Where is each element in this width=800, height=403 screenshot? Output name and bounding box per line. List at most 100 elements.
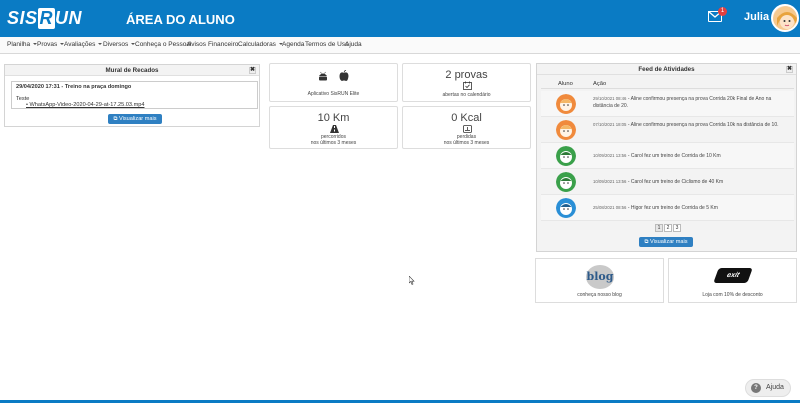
button-label: Visualizar mais (119, 116, 157, 122)
recado-attachment-link[interactable]: • WhatsApp-Video-2020-04-29-at-17.25.03.… (26, 102, 253, 108)
kcal-card[interactable]: 0 Kcal perdidas nos últimos 3 meses (402, 106, 531, 149)
km-value: 10 Km (317, 112, 350, 124)
feed-action: 07/10/2021 18:05 - Aline confirmou prese… (593, 121, 788, 129)
feed-action: 10/09/2021 13:56 - Carol fez um treino d… (593, 178, 788, 186)
menu-conheca-pessoal[interactable]: Conheça o Pessoal (135, 41, 191, 48)
feed-description: - Aline confirmou presença na prova Corr… (626, 122, 779, 128)
feed-action: 10/09/2021 13:56 - Carol fez um treino d… (593, 152, 788, 160)
menu-label: Provas (37, 41, 58, 48)
feed-description: - Higor fez um treino de Corrida de 5 Km (626, 205, 718, 211)
apple-icon (339, 70, 349, 81)
col-acao: Ação (593, 81, 607, 87)
feed-row: 29/10/2021 08:46 - Aline confirmou prese… (541, 91, 794, 117)
mail-badge: 1 (718, 7, 727, 16)
page-2-button[interactable]: 2 (664, 224, 672, 232)
green-avatar-icon[interactable] (556, 146, 576, 166)
feed-date: 25/08/2021 08:56 (593, 205, 627, 210)
kcal-value: 0 Kcal (451, 112, 482, 124)
help-button[interactable]: ? Ajuda (745, 379, 791, 397)
blog-logo: blog (586, 265, 614, 289)
question-icon: ? (751, 383, 761, 393)
logo[interactable]: SIS R UN (7, 8, 82, 29)
provas-card[interactable]: 2 provas abertas no calendário (402, 63, 531, 102)
logo-right: UN (55, 8, 83, 28)
feed-date: 29/10/2021 08:46 (593, 96, 627, 101)
feed-action: 29/10/2021 08:46 - Aline confirmou prese… (593, 95, 788, 110)
feed-header: Feed de Atividades ✖ (537, 64, 796, 75)
provas-value: 2 provas (445, 69, 488, 81)
feed-action: 25/08/2021 08:56 - Higor fez um treino d… (593, 204, 788, 212)
caret-down-icon (98, 43, 103, 46)
menu-planilha[interactable]: Planilha (7, 41, 38, 48)
menu-label: Calculadoras (238, 41, 276, 48)
road-icon (330, 125, 339, 133)
col-aluno: Aluno (558, 81, 573, 87)
feed-description: - Carol fez um treino de Ciclismo de 40 … (626, 179, 724, 185)
feed-description: - Carol fez um treino de Corrida de 10 K… (626, 153, 721, 159)
menu-diversos[interactable]: Diversos (103, 41, 136, 48)
kcal-caption-2: nos últimos 3 meses (443, 140, 490, 146)
feed-view-more-button[interactable]: ⧉ Visualizar mais (639, 237, 693, 247)
user-avatar[interactable] (771, 4, 799, 32)
menu-agenda[interactable]: Agenda (282, 41, 304, 48)
mural-title: Mural de Recados (105, 67, 159, 74)
top-bar: SIS R UN ÁREA DO ALUNO 1 Julia (0, 0, 800, 37)
shop-caption: Loja com 10% de desconto (702, 292, 763, 298)
button-label: Visualizar mais (650, 239, 688, 245)
logo-r: R (37, 8, 56, 29)
feed-row: 10/09/2021 13:56 - Carol fez um treino d… (541, 143, 794, 169)
app-label: Aplicativo SisRUN Elite (307, 91, 360, 97)
menu-calculadoras[interactable]: Calculadoras (238, 41, 283, 48)
main-menu: Planilha Provas Avaliações Diversos Conh… (0, 37, 800, 54)
scale-icon (463, 125, 472, 133)
mural-header: Mural de Recados ✖ (5, 65, 259, 76)
green-avatar-icon[interactable] (556, 172, 576, 192)
orange-avatar-icon[interactable] (556, 94, 576, 114)
shop-card[interactable]: exit Loja com 10% de desconto (668, 258, 797, 303)
blog-caption: conheça nosso blog (577, 292, 622, 298)
km-card[interactable]: 10 Km percorridos nos últimos 3 meses (269, 106, 398, 149)
menu-label: Diversos (103, 41, 129, 48)
mural-view-more-button[interactable]: ⧉ Visualizar mais (108, 114, 162, 124)
close-icon[interactable]: ✖ (786, 66, 793, 73)
menu-financeiro[interactable]: Financeiro (208, 41, 238, 48)
menu-label: Planilha (7, 41, 31, 48)
menu-avaliacoes[interactable]: Avaliações (64, 41, 103, 48)
shop-logo: exit (713, 268, 753, 283)
feed-panel: Feed de Atividades ✖ Aluno Ação 29/10/20… (536, 63, 797, 252)
menu-ajuda[interactable]: Ajuda (345, 41, 362, 48)
feed-date: 07/10/2021 18:05 (593, 122, 627, 127)
feed-row: 07/10/2021 18:05 - Aline confirmou prese… (541, 117, 794, 143)
menu-label: Avaliações (64, 41, 96, 48)
page-title: ÁREA DO ALUNO (126, 12, 235, 27)
feed-date: 10/09/2021 13:56 (593, 153, 627, 158)
close-icon[interactable]: ✖ (249, 67, 256, 74)
mural-panel: Mural de Recados ✖ 29/04/2020 17:31 - Tr… (4, 64, 260, 127)
feed-table-header: Aluno Ação (541, 79, 794, 89)
feed-row: 10/09/2021 13:56 - Carol fez um treino d… (541, 169, 794, 195)
km-caption-2: nos últimos 3 meses (310, 140, 357, 146)
feed-title: Feed de Atividades (638, 66, 695, 73)
menu-avisos[interactable]: Avisos (187, 41, 206, 48)
feed-date: 10/09/2021 13:56 (593, 179, 627, 184)
logo-left: SIS (7, 8, 38, 28)
page-3-button[interactable]: 3 (673, 224, 681, 232)
user-name[interactable]: Julia (744, 11, 769, 23)
orange-avatar-icon[interactable] (556, 120, 576, 140)
blog-card[interactable]: blog conheça nosso blog (535, 258, 664, 303)
recado-item: 29/04/2020 17:31 - Treino na praça domin… (11, 81, 258, 109)
feed-row: 25/08/2021 08:56 - Higor fez um treino d… (541, 195, 794, 221)
menu-termos[interactable]: Termos de Uso (305, 41, 349, 48)
page-1-button[interactable]: 1 (655, 224, 663, 232)
menu-provas[interactable]: Provas (37, 41, 65, 48)
recado-link-text: WhatsApp-Video-2020-04-29-at-17.25.03.mp… (29, 102, 145, 108)
calendar-check-icon (463, 81, 472, 90)
feed-table: Aluno Ação 29/10/2021 08:46 - Aline conf… (541, 79, 794, 221)
provas-caption: abertas no calendário (442, 92, 491, 98)
recado-title: 29/04/2020 17:31 - Treino na praça domin… (16, 84, 132, 90)
mouse-cursor-icon (409, 276, 415, 285)
feed-pagination: 1 2 3 (655, 224, 685, 233)
android-icon (319, 71, 327, 81)
blue-avatar-icon[interactable] (556, 198, 576, 218)
app-card[interactable]: Aplicativo SisRUN Elite (269, 63, 398, 102)
